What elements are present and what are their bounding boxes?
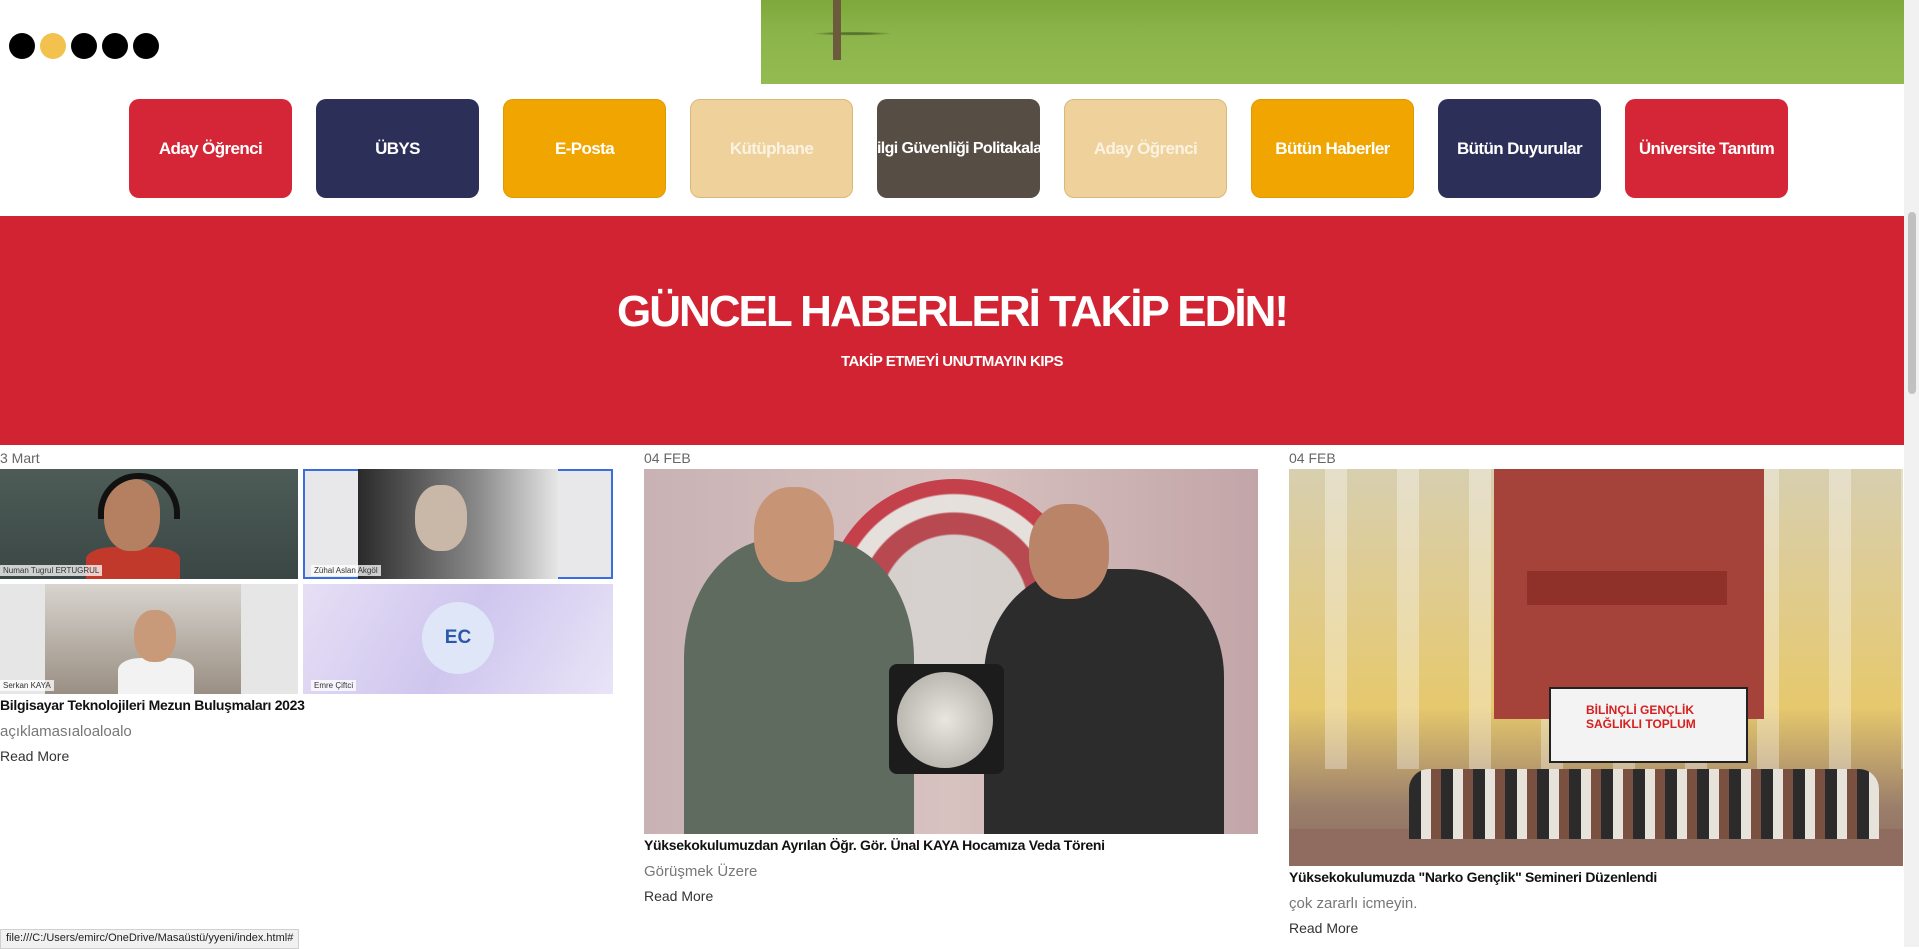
slider-dot[interactable]	[102, 33, 128, 59]
news-image[interactable]	[644, 469, 1258, 834]
browser-status-url: file:///C:/Users/emirc/OneDrive/Masaüstü…	[0, 929, 300, 949]
banner-title: GÜNCEL HABERLERİ TAKİP EDİN!	[616, 287, 1289, 336]
news-title[interactable]: Yüksekokulumuzda "Narko Gençlik" Seminer…	[1289, 869, 1903, 885]
read-more-link[interactable]: Read More	[644, 888, 1258, 904]
person-left-head	[754, 487, 834, 582]
news-image[interactable]: Numan Tugrul ERTUGRUL Zühal Aslan Akgöl …	[0, 469, 614, 694]
scrollbar[interactable]	[1904, 0, 1919, 947]
quick-link-butun-haberler[interactable]: Bütün Haberler	[1251, 99, 1414, 198]
news-date: 04 FEB	[644, 450, 691, 466]
banner-subtitle: TAKİP ETMEYİ UNUTMAYIN KIPS	[840, 353, 1064, 370]
news-date: 04 FEB	[1289, 450, 1336, 466]
person-right	[984, 569, 1224, 834]
quick-link-aday-ogrenci[interactable]: Aday Öğrenci	[129, 99, 292, 198]
person-left	[684, 539, 914, 834]
news-card: 04 FEB BİLİNÇLİ GENÇLİK SAĞLIKLI TOPLUM …	[1289, 449, 1903, 936]
scrollbar-thumb[interactable]	[1908, 212, 1916, 394]
read-more-link[interactable]: Read More	[1289, 920, 1903, 936]
participant-name: Serkan KAYA	[0, 680, 54, 691]
slider-dot[interactable]	[133, 33, 159, 59]
video-tile: Numan Tugrul ERTUGRUL	[0, 469, 298, 579]
slider-dots	[9, 33, 159, 59]
building-sign	[1527, 571, 1727, 605]
quick-link-bilgi-guvenligi[interactable]: Bilgi Güvenliği Politakaları	[866, 99, 1052, 198]
event-banner: BİLİNÇLİ GENÇLİK SAĞLIKLI TOPLUM	[1549, 687, 1748, 763]
participant-name: Numan Tugrul ERTUGRUL	[0, 565, 103, 576]
person-right-head	[1029, 504, 1109, 599]
tree-trunk	[833, 0, 841, 60]
person-body	[118, 658, 194, 694]
news-image[interactable]: BİLİNÇLİ GENÇLİK SAĞLIKLI TOPLUM	[1289, 469, 1903, 866]
quick-link-butun-duyurular[interactable]: Bütün Duyurular	[1438, 99, 1601, 198]
news-card: 04 FEB Yüksekokulumuzdan Ayrılan Öğr. Gö…	[644, 449, 1258, 904]
news-title[interactable]: Bilgisayar Teknolojileri Mezun Buluşmala…	[0, 697, 614, 713]
quick-link-aday-ogrenci-2[interactable]: Aday Öğrenci	[1064, 99, 1227, 198]
read-more-link[interactable]: Read More	[0, 748, 614, 764]
video-tile: EC Emre Çiftci	[303, 584, 613, 694]
news-description: Görüşmek Üzere	[644, 863, 758, 880]
slider-dot[interactable]	[71, 33, 97, 59]
news-title[interactable]: Yüksekokulumuzdan Ayrılan Öğr. Gör. Ünal…	[644, 837, 1258, 853]
quick-links: Aday Öğrenci ÜBYS E-Posta Kütüphane Bilg…	[129, 99, 1788, 198]
news-banner: GÜNCEL HABERLERİ TAKİP EDİN! TAKİP ETMEY…	[0, 216, 1904, 445]
quick-link-kutuphane[interactable]: Kütüphane	[690, 99, 853, 198]
video-tile: Serkan KAYA	[0, 584, 298, 694]
participant-name: Emre Çiftci	[311, 680, 357, 691]
quick-link-e-posta[interactable]: E-Posta	[503, 99, 666, 198]
hero-slide-image	[761, 0, 1904, 84]
headphones	[98, 473, 180, 519]
person-head	[415, 485, 467, 551]
award-plaque-medal	[897, 672, 993, 768]
video-tile-active: Zühal Aslan Akgöl	[303, 469, 613, 579]
crowd	[1409, 769, 1879, 839]
slider-dot-active[interactable]	[40, 33, 66, 59]
quick-link-ubys[interactable]: ÜBYS	[316, 99, 479, 198]
news-description: çok zararlı icmeyin.	[1289, 895, 1418, 912]
event-banner-text: BİLİNÇLİ GENÇLİK SAĞLIKLI TOPLUM	[1586, 703, 1696, 731]
participant-avatar: EC	[422, 602, 494, 674]
news-date: 3 Mart	[0, 450, 40, 466]
participant-name: Zühal Aslan Akgöl	[311, 565, 381, 576]
news-card: 3 Mart Numan Tugrul ERTUGRUL Zühal Aslan…	[0, 449, 614, 764]
quick-link-universite-tanitim[interactable]: Üniversite Tanıtım	[1625, 99, 1788, 198]
person-head	[134, 610, 176, 662]
news-description: açıklamasıaloaloalo	[0, 723, 132, 740]
slider-dot[interactable]	[9, 33, 35, 59]
